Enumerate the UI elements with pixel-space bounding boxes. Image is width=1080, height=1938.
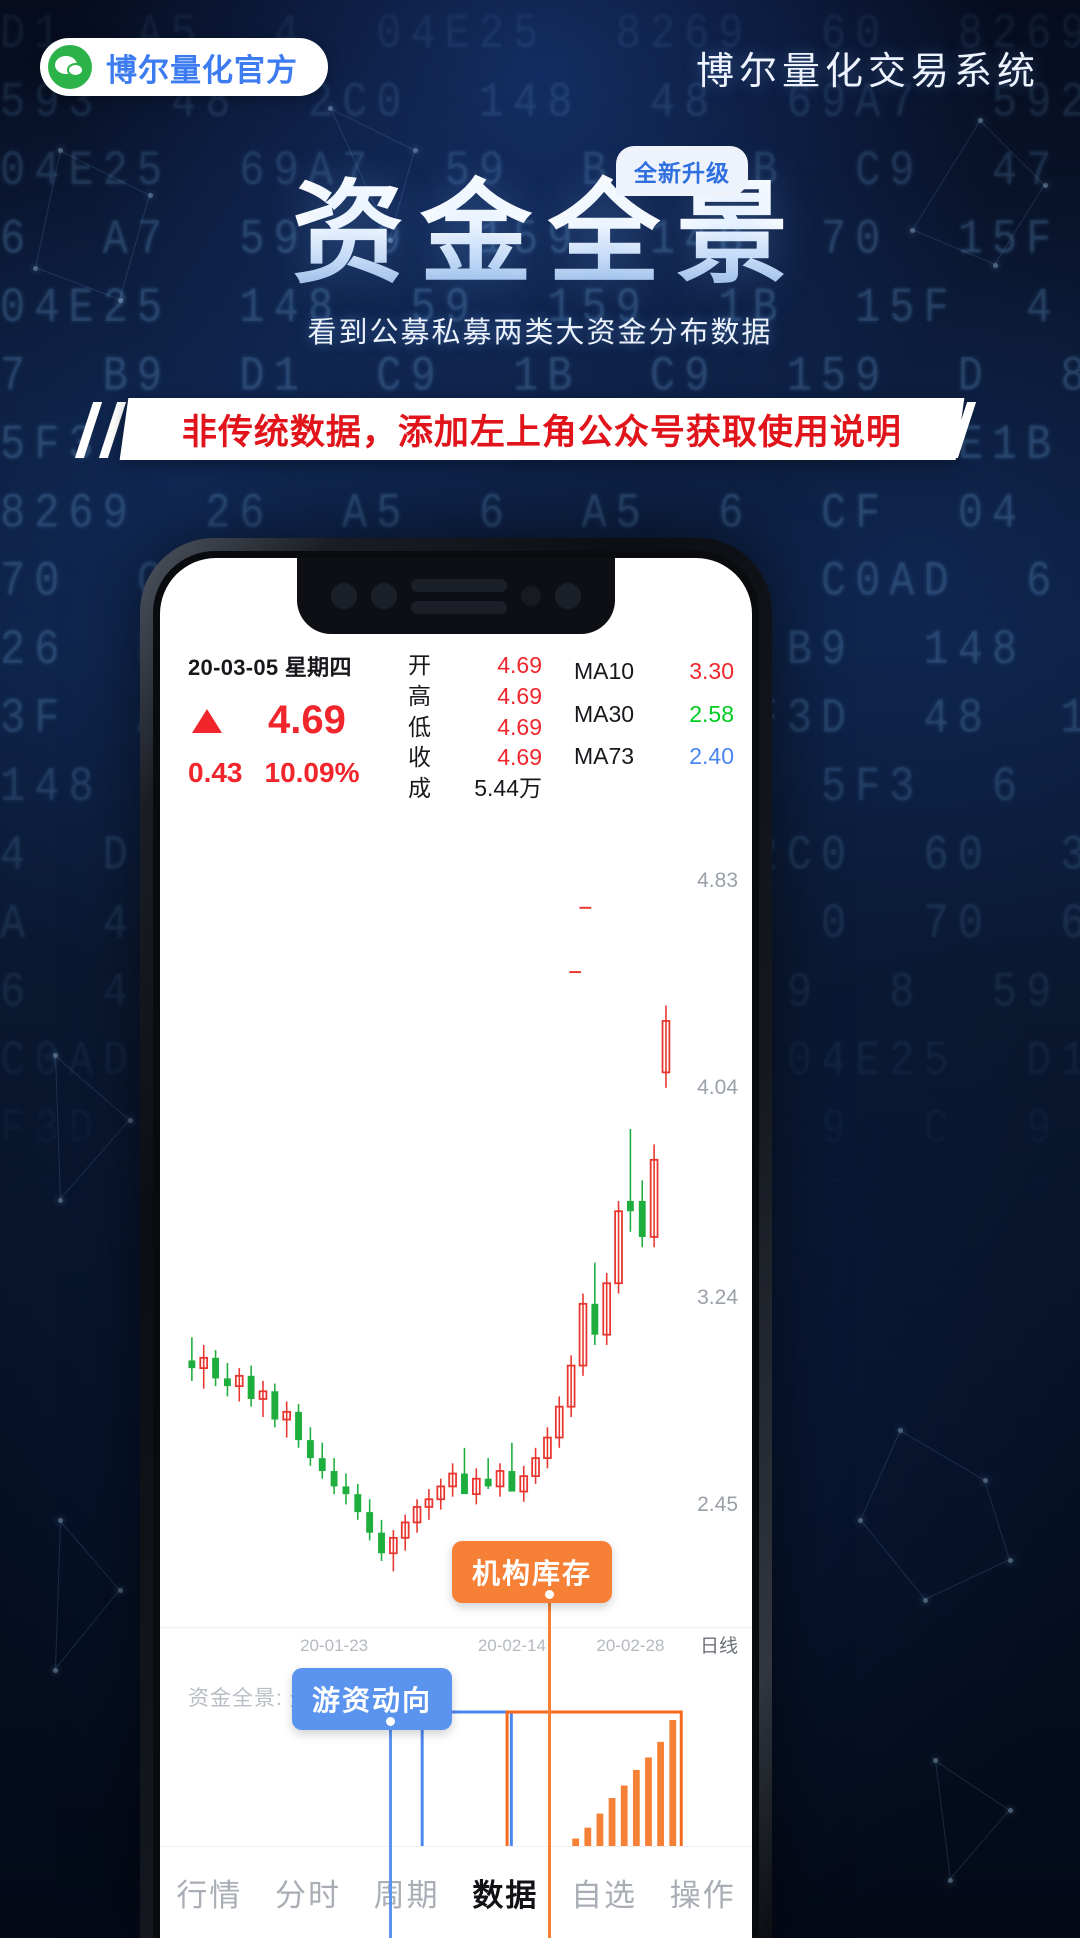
bottom-nav: 行情 分时 周期 数据 自选 操作 xyxy=(160,1846,752,1938)
quote-header: 20-03-05 星期四 4.69 0.43 10.09% 开 4.69 高 4.69… xyxy=(160,650,752,804)
ma-value: 2.40 xyxy=(689,735,734,778)
nav-item-3[interactable]: 数据 xyxy=(456,1870,555,1915)
hero-title: 资金全景 xyxy=(0,174,1080,295)
ma-label: MA73 xyxy=(574,735,634,778)
candlestick-chart[interactable]: 4.83 4.04 3.24 2.45 20-01-23 20-02-14 20-02-2… xyxy=(160,826,752,1666)
quote-price-row: 4.69 xyxy=(188,698,400,743)
ohlc-label: 收 xyxy=(408,742,431,773)
ohlc-label: 成 xyxy=(408,773,431,804)
quote-ma-table: MA10 3.30 MA30 2.58 MA73 2.40 xyxy=(574,650,734,804)
y-axis-tick: 3.24 xyxy=(697,1286,738,1310)
quote-change-percent: 10.09% xyxy=(265,757,360,789)
ohlc-value: 5.44万 xyxy=(474,773,542,804)
x-axis-tick: 20-02-14 xyxy=(478,1636,546,1656)
callout-connector-line xyxy=(389,1721,392,1938)
callout-connector-line xyxy=(548,1594,551,1938)
nav-item-1[interactable]: 分时 xyxy=(259,1870,358,1915)
ma-label: MA30 xyxy=(574,693,634,736)
quote-change-row: 0.43 10.09% xyxy=(188,757,400,789)
quote-primary: 20-03-05 星期四 4.69 0.43 10.09% xyxy=(188,650,400,804)
quote-change: 0.43 xyxy=(188,757,243,789)
x-axis-tick: 20-01-23 xyxy=(300,1636,368,1656)
ohlc-row: 开 4.69 xyxy=(408,650,542,681)
nav-item-5[interactable]: 操作 xyxy=(653,1870,752,1915)
sensor-icon xyxy=(371,583,397,609)
brand-title: 博尔量化交易系统 xyxy=(696,40,1040,95)
ohlc-value: 4.69 xyxy=(497,742,542,773)
wechat-official-account-badge[interactable]: 博尔量化官方 xyxy=(40,38,328,96)
ohlc-value: 4.69 xyxy=(497,650,542,681)
callout-anchor-dot xyxy=(542,1587,557,1602)
ma-value: 2.58 xyxy=(689,693,734,736)
quote-price: 4.69 xyxy=(268,698,346,743)
ohlc-row: 成 5.44万 xyxy=(408,773,542,804)
y-axis-tick: 2.45 xyxy=(697,1493,738,1517)
y-axis-tick: 4.04 xyxy=(697,1076,738,1100)
wechat-icon xyxy=(48,45,92,89)
phone-bezel: 20-03-05 星期四 4.69 0.43 10.09% 开 4.69 高 4.69… xyxy=(153,551,759,1938)
ohlc-label: 开 xyxy=(408,650,431,681)
ohlc-value: 4.69 xyxy=(497,712,542,743)
kline-period-label: 日线 xyxy=(700,1631,738,1658)
notice-banner: 非传统数据，添加左上角公众号获取使用说明 xyxy=(0,398,1080,462)
phone-mockup: 20-03-05 星期四 4.69 0.43 10.09% 开 4.69 高 4.69… xyxy=(140,538,772,1938)
ohlc-label: 高 xyxy=(408,681,431,712)
ma-label: MA10 xyxy=(574,650,634,693)
ohlc-row: 收 4.69 xyxy=(408,742,542,773)
top-bar: 博尔量化官方 博尔量化交易系统 xyxy=(0,38,1080,98)
nav-item-2[interactable]: 周期 xyxy=(357,1870,456,1915)
ma-row: MA10 3.30 xyxy=(574,650,734,693)
hero-subtitle: 看到公募私募两类大资金分布数据 xyxy=(0,309,1080,351)
proximity-sensor-icon xyxy=(521,586,541,606)
phone-screen: 20-03-05 星期四 4.69 0.43 10.09% 开 4.69 高 4.69… xyxy=(160,558,752,1938)
nav-item-0[interactable]: 行情 xyxy=(160,1870,259,1915)
speaker-grille xyxy=(411,579,507,614)
ma-row: MA30 2.58 xyxy=(574,693,734,736)
ohlc-row: 高 4.69 xyxy=(408,681,542,712)
new-upgrade-badge: 全新升级 xyxy=(616,146,748,196)
wechat-badge-label: 博尔量化官方 xyxy=(106,45,298,90)
notice-bar: 非传统数据，添加左上角公众号获取使用说明 xyxy=(120,398,965,460)
ohlc-row: 低 4.69 xyxy=(408,712,542,743)
front-camera-icon xyxy=(555,583,581,609)
ohlc-value: 4.69 xyxy=(497,681,542,712)
notice-text: 非传统数据，添加左上角公众号获取使用说明 xyxy=(182,404,902,455)
quote-date: 20-03-05 星期四 xyxy=(188,650,400,682)
x-axis-tick: 20-02-28 xyxy=(596,1636,664,1656)
ohlc-label: 低 xyxy=(408,712,431,743)
slash-decoration-right xyxy=(910,402,996,458)
callout-retail-flow[interactable]: 游资动向 xyxy=(292,1668,452,1730)
ma-row: MA73 2.40 xyxy=(574,735,734,778)
callout-anchor-dot xyxy=(383,1714,398,1729)
callout-institution-inventory[interactable]: 机构库存 xyxy=(452,1541,612,1603)
nav-item-4[interactable]: 自选 xyxy=(555,1870,654,1915)
phone-notch xyxy=(297,558,615,634)
quote-ohlc-table: 开 4.69 高 4.69 低 4.69 收 4.69 成 5.44万 xyxy=(408,650,542,804)
camera-icon xyxy=(331,583,357,609)
y-axis-tick: 4.83 xyxy=(697,869,738,893)
candlestick-plot xyxy=(160,826,752,1649)
up-triangle-icon xyxy=(192,709,222,733)
ma-value: 3.30 xyxy=(689,650,734,693)
